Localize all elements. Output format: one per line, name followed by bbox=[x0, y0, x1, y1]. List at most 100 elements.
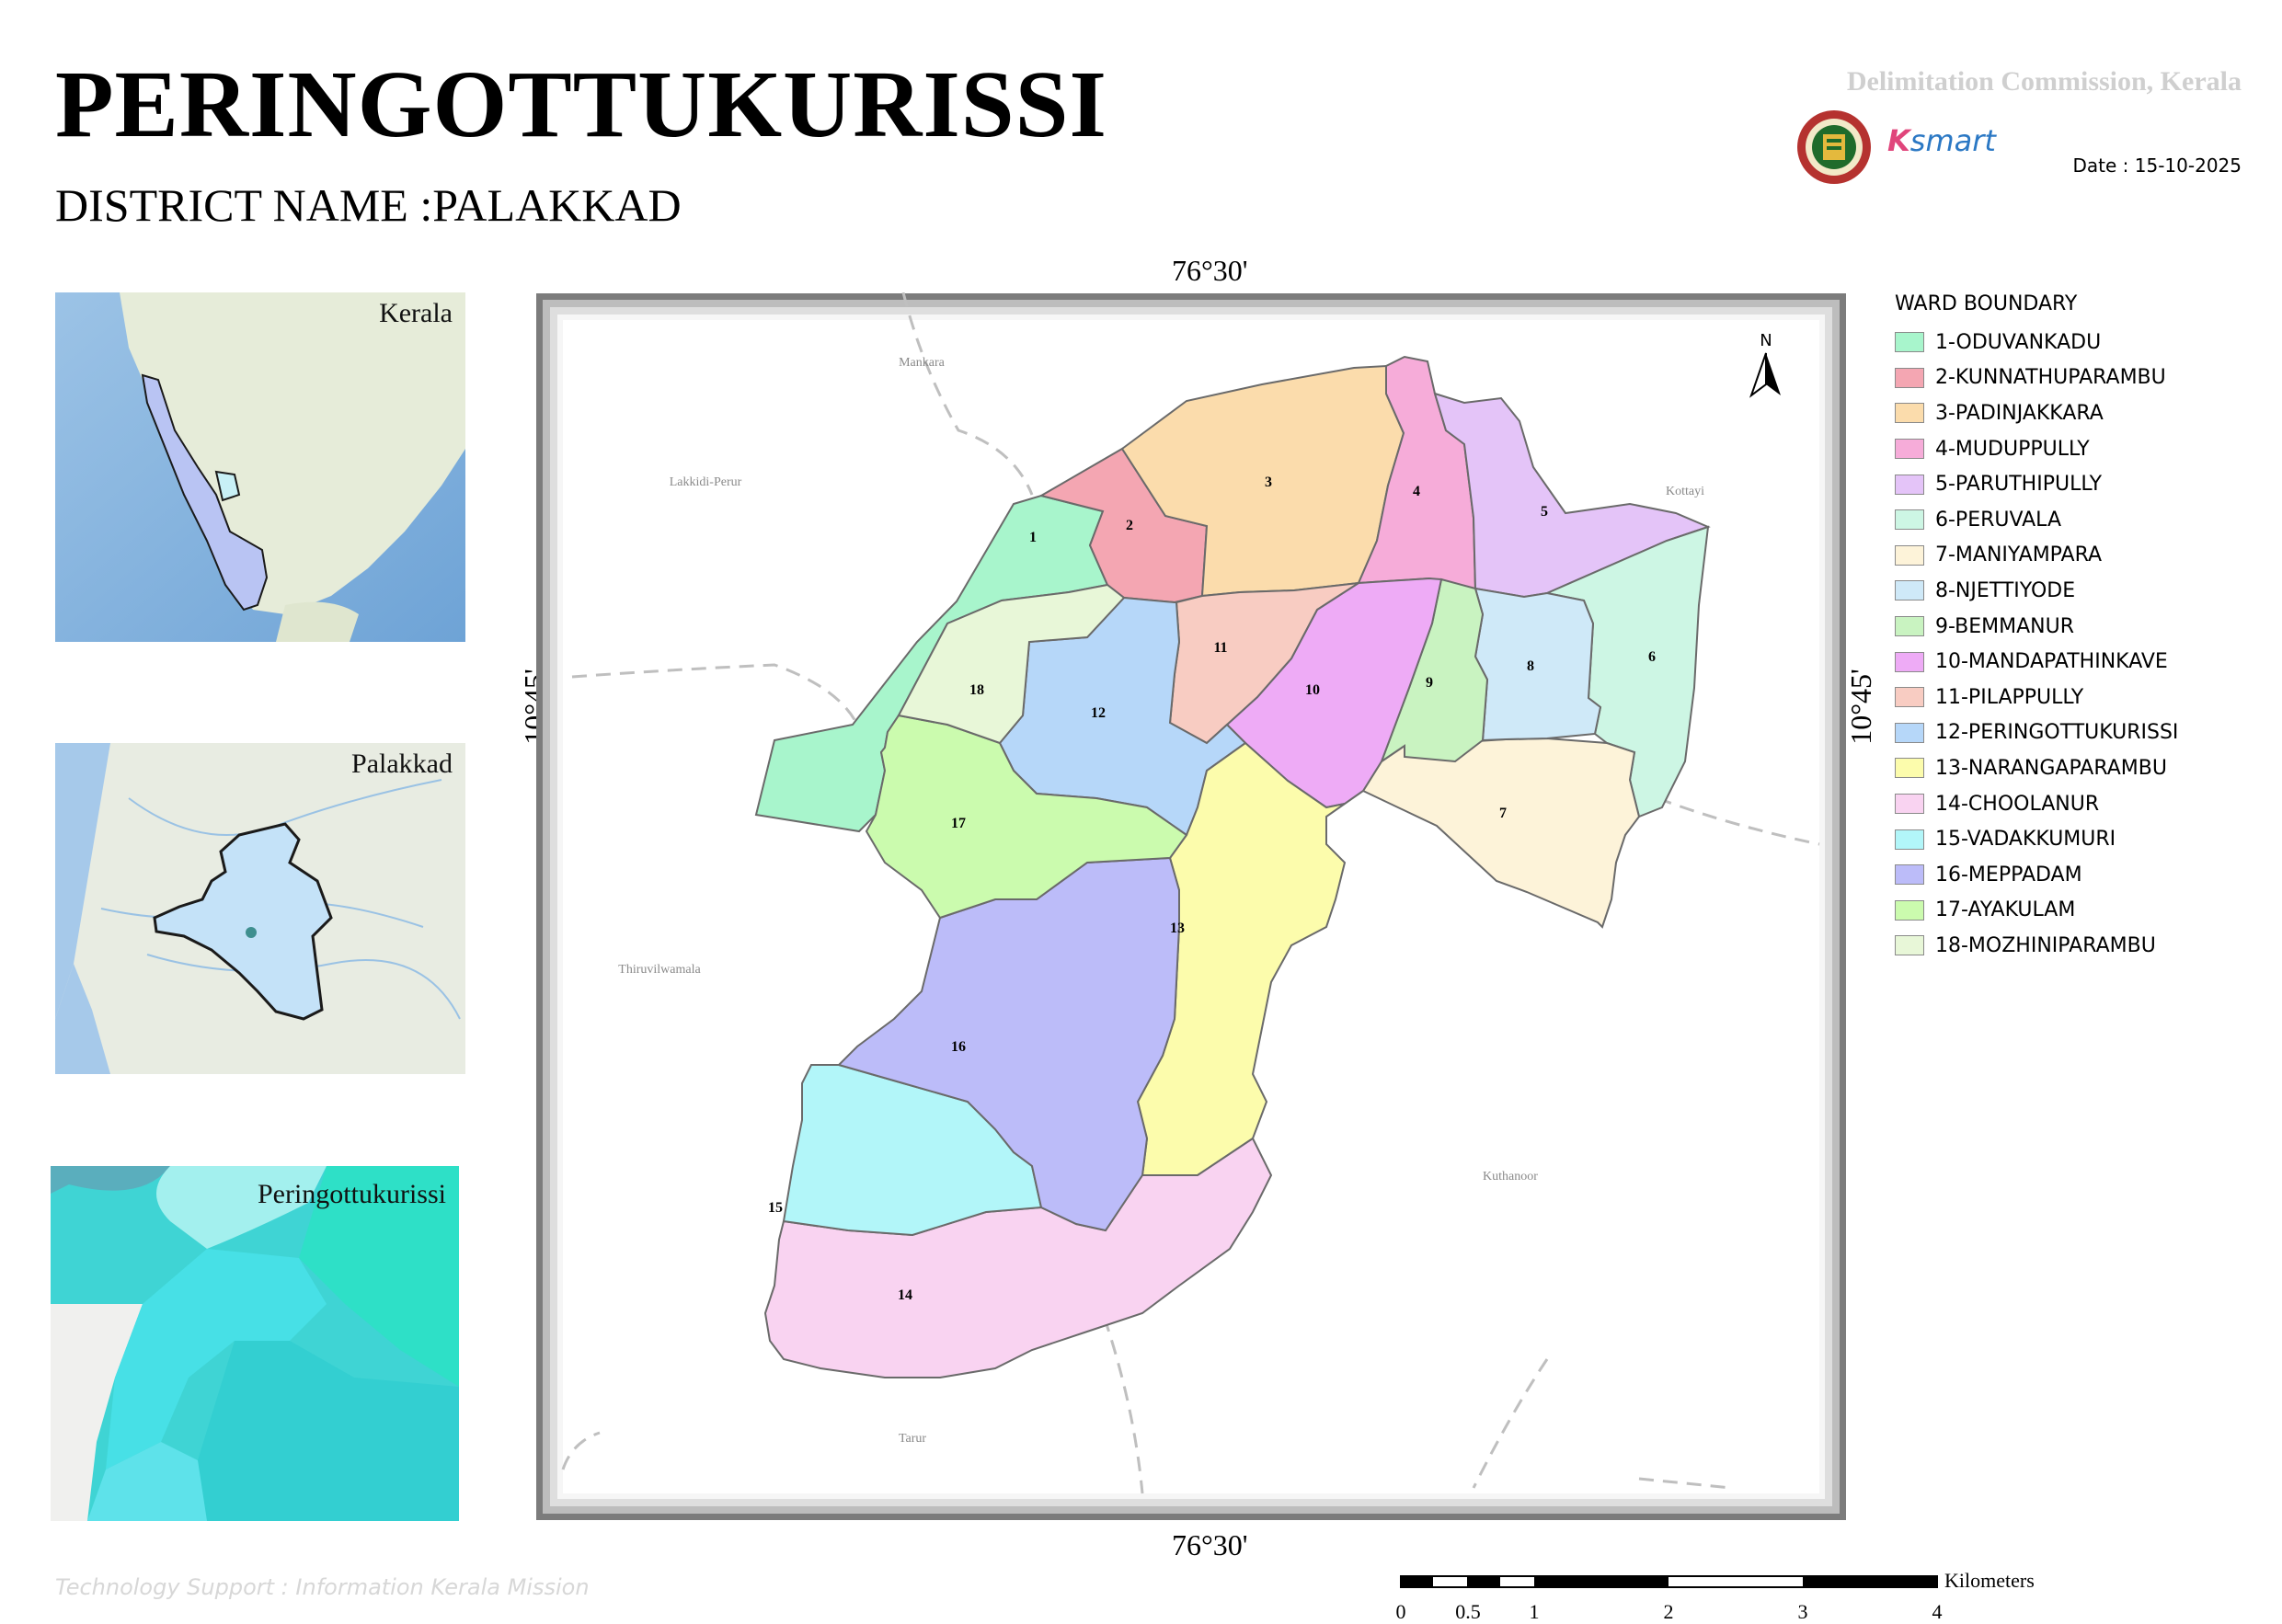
legend-item: 5-PARUTHIPULLY bbox=[1895, 466, 2178, 502]
ward-label-3: 3 bbox=[1265, 475, 1272, 490]
legend-swatch bbox=[1895, 651, 1924, 672]
ward-label-2: 2 bbox=[1126, 518, 1133, 533]
ward-label-4: 4 bbox=[1413, 484, 1420, 499]
legend-label: 5-PARUTHIPULLY bbox=[1935, 473, 2103, 497]
palakkad-inset-map: Palakkad bbox=[55, 743, 465, 1074]
legend-swatch bbox=[1895, 367, 1924, 388]
place-mankara: Mankara bbox=[899, 356, 946, 370]
place-kuthanoor: Kuthanoor bbox=[1483, 1170, 1538, 1184]
north-label: N bbox=[1760, 331, 1772, 350]
place-tarur: Tarur bbox=[899, 1432, 926, 1446]
ward-label-13: 13 bbox=[1170, 921, 1185, 936]
legend-label: 2-KUNNATHUPARAMBU bbox=[1935, 366, 2166, 390]
ward-label-8: 8 bbox=[1527, 658, 1534, 674]
legend-item: 1-ODUVANKADU bbox=[1895, 325, 2178, 360]
legend-swatch bbox=[1895, 439, 1924, 460]
ward-label-15: 15 bbox=[768, 1200, 783, 1216]
legend-label: 11-PILAPPULLY bbox=[1935, 685, 2084, 709]
ward-label-18: 18 bbox=[969, 682, 984, 698]
local-inset-label: Peringottukurissi bbox=[257, 1179, 446, 1209]
ward-label-6: 6 bbox=[1648, 649, 1656, 665]
legend-swatch bbox=[1895, 829, 1924, 850]
place-kottayi: Kottayi bbox=[1666, 485, 1704, 498]
ward-label-5: 5 bbox=[1541, 504, 1548, 520]
legend-label: 18-MOZHINIPARAMBU bbox=[1935, 933, 2156, 957]
legend-swatch bbox=[1895, 403, 1924, 424]
legend-title: WARD BOUNDARY bbox=[1895, 292, 2078, 315]
legend: WARD BOUNDARY 1-ODUVANKADU 2-KUNNATHUPAR… bbox=[1895, 292, 2178, 964]
legend-label: 3-PADINJAKKARA bbox=[1935, 401, 2104, 425]
legend-label: 4-MUDUPPULLY bbox=[1935, 437, 2090, 461]
scale-label: 1 bbox=[1529, 1600, 1540, 1623]
legend-swatch bbox=[1895, 935, 1924, 956]
legend-label: 16-MEPPADAM bbox=[1935, 863, 2082, 886]
legend-item: 8-NJETTIYODE bbox=[1895, 573, 2178, 609]
ward-label-1: 1 bbox=[1029, 530, 1037, 545]
ward-label-10: 10 bbox=[1305, 682, 1320, 698]
legend-item: 15-VADAKKUMURI bbox=[1895, 821, 2178, 857]
ward-label-14: 14 bbox=[898, 1287, 912, 1303]
legend-item: 13-NARANGAPARAMBU bbox=[1895, 750, 2178, 786]
legend-label: 15-VADAKKUMURI bbox=[1935, 828, 2116, 852]
scale-label: 2 bbox=[1663, 1600, 1674, 1623]
scale-label: 0 bbox=[1395, 1600, 1406, 1623]
legend-item: 9-BEMMANUR bbox=[1895, 609, 2178, 645]
legend-swatch bbox=[1895, 864, 1924, 886]
ward-label-17: 17 bbox=[951, 816, 966, 831]
legend-swatch bbox=[1895, 509, 1924, 531]
legend-label: 13-NARANGAPARAMBU bbox=[1935, 756, 2167, 780]
place-lakkidi: Lakkidi-Perur bbox=[670, 475, 742, 489]
legend-swatch bbox=[1895, 758, 1924, 779]
scale-label: 3 bbox=[1797, 1600, 1808, 1623]
coord-top: 76°30' bbox=[1172, 254, 1248, 287]
legend-swatch bbox=[1895, 687, 1924, 708]
legend-item: 14-CHOOLANUR bbox=[1895, 786, 2178, 822]
legend-swatch bbox=[1895, 722, 1924, 743]
legend-swatch bbox=[1895, 332, 1924, 353]
legend-label: 17-AYAKULAM bbox=[1935, 898, 2076, 922]
ward-label-12: 12 bbox=[1091, 705, 1106, 721]
ward-region-8 bbox=[1474, 587, 1602, 742]
legend-label: 1-ODUVANKADU bbox=[1935, 330, 2102, 354]
legend-item: 17-AYAKULAM bbox=[1895, 893, 2178, 929]
ward-label-16: 16 bbox=[951, 1039, 966, 1055]
local-inset-map: Peringottukurissi bbox=[51, 1166, 459, 1521]
kerala-inset-label: Kerala bbox=[379, 298, 453, 328]
legend-item: 18-MOZHINIPARAMBU bbox=[1895, 928, 2178, 964]
legend-item: 16-MEPPADAM bbox=[1895, 857, 2178, 893]
legend-swatch bbox=[1895, 474, 1924, 495]
tech-support-note: Technology Support : Information Kerala … bbox=[55, 1574, 590, 1600]
legend-item: 6-PERUVALA bbox=[1895, 502, 2178, 538]
commission-name: Delimitation Commission, Kerala bbox=[1846, 66, 2242, 97]
page-title: PERINGOTTUKURISSI bbox=[55, 51, 1107, 157]
ksmart-logo: Ksmart bbox=[1887, 123, 1996, 158]
palakkad-inset-label: Palakkad bbox=[351, 749, 453, 779]
legend-label: 9-BEMMANUR bbox=[1935, 614, 2075, 638]
legend-label: 7-MANIYAMPARA bbox=[1935, 543, 2103, 567]
coord-right: 10°45' bbox=[1843, 669, 1877, 745]
legend-swatch bbox=[1895, 794, 1924, 815]
map-date: Date : 15-10-2025 bbox=[2072, 154, 2242, 177]
legend-item: 12-PERINGOTTUKURISSI bbox=[1895, 715, 2178, 751]
legend-swatch bbox=[1895, 580, 1924, 601]
scale-label: 0.5 bbox=[1455, 1600, 1481, 1623]
legend-label: 10-MANDAPATHINKAVE bbox=[1935, 650, 2168, 674]
coord-bottom: 76°30' bbox=[1172, 1528, 1248, 1561]
legend-label: 14-CHOOLANUR bbox=[1935, 792, 2100, 816]
kerala-inset-map: Kerala bbox=[55, 292, 465, 642]
scale-unit: Kilometers bbox=[1944, 1569, 2035, 1592]
legend-item: 11-PILAPPULLY bbox=[1895, 680, 2178, 715]
ward-label-9: 9 bbox=[1426, 675, 1433, 691]
legend-label: 8-NJETTIYODE bbox=[1935, 578, 2076, 602]
legend-swatch bbox=[1895, 616, 1924, 637]
ward-map: Mankara Lakkidi-Perur Kottayi Thiruvilwa… bbox=[536, 292, 1846, 1520]
district-name: DISTRICT NAME :PALAKKAD bbox=[55, 179, 682, 231]
legend-item: 3-PADINJAKKARA bbox=[1895, 395, 2178, 431]
election-commission-seal-icon bbox=[1797, 110, 1871, 184]
legend-item: 10-MANDAPATHINKAVE bbox=[1895, 644, 2178, 680]
legend-label: 12-PERINGOTTUKURISSI bbox=[1935, 721, 2179, 745]
scale-label: 4 bbox=[1932, 1600, 1943, 1623]
legend-swatch bbox=[1895, 899, 1924, 921]
legend-label: 6-PERUVALA bbox=[1935, 508, 2061, 532]
ward-label-7: 7 bbox=[1499, 806, 1507, 821]
